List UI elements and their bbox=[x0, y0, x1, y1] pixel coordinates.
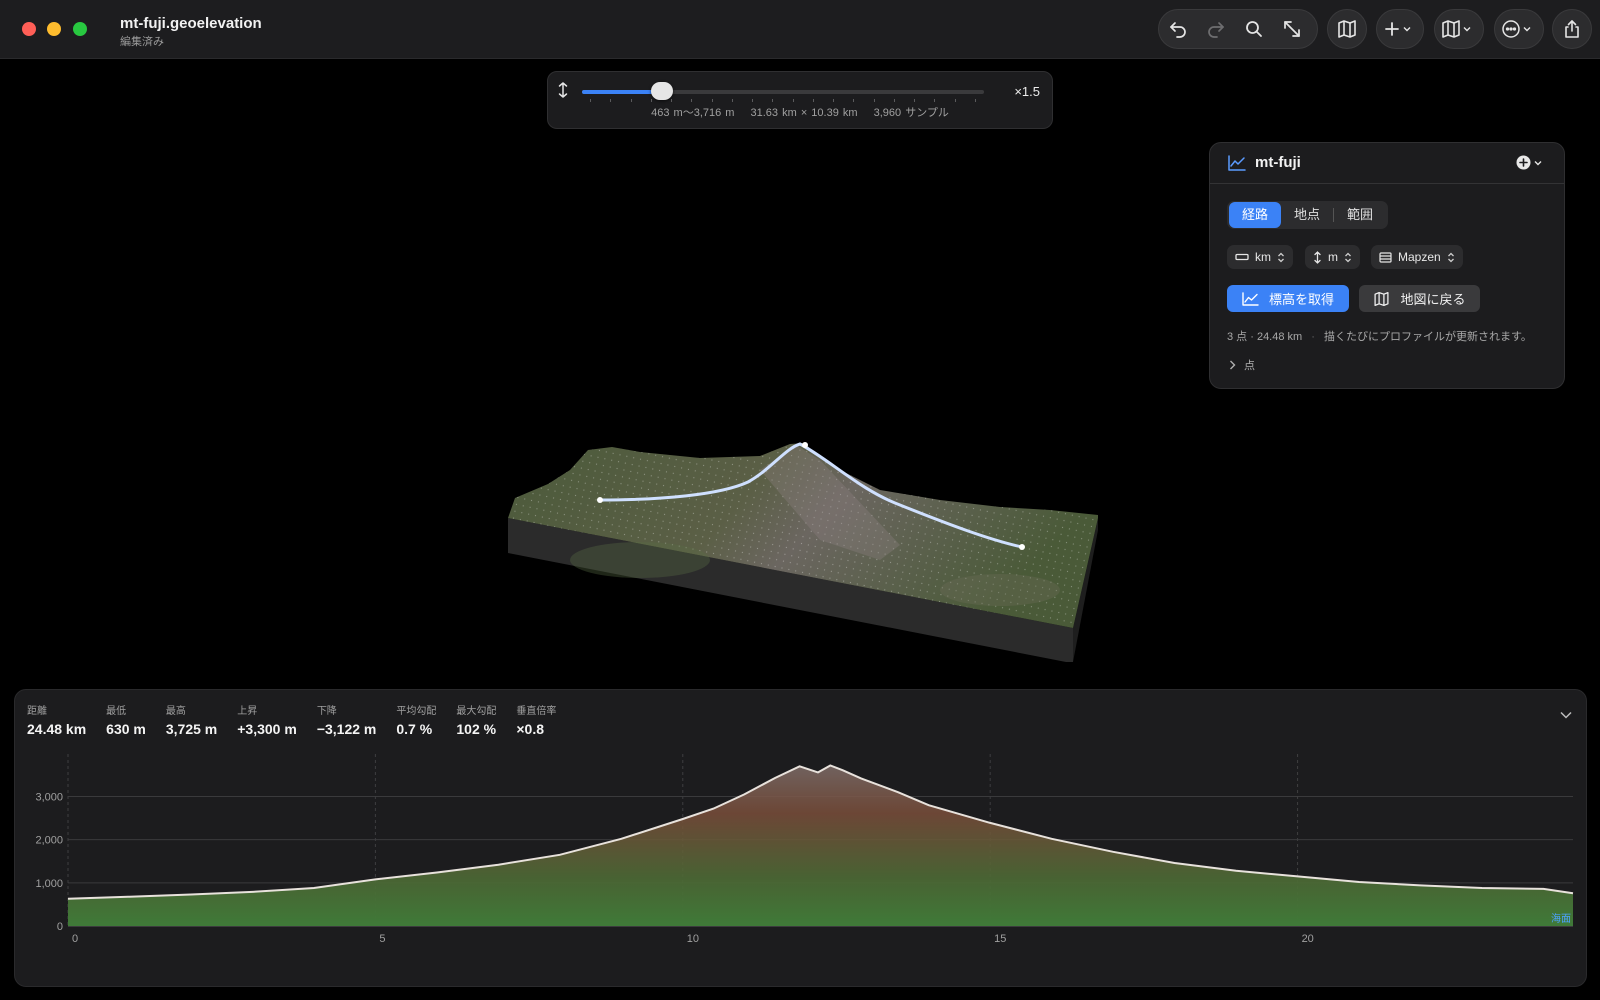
data-source-select[interactable]: Mapzen bbox=[1371, 245, 1463, 269]
close-window-button[interactable] bbox=[22, 22, 36, 36]
distance-unit-select[interactable]: km bbox=[1227, 245, 1293, 269]
fetch-elevation-button[interactable]: 標高を取得 bbox=[1227, 285, 1349, 312]
map-icon bbox=[1374, 291, 1390, 306]
plus-icon bbox=[1385, 22, 1399, 36]
updown-chevron-icon bbox=[1278, 252, 1284, 262]
elevation-range-text: 463 m〜3,716 m bbox=[651, 107, 735, 119]
chevron-down-icon bbox=[1403, 27, 1411, 32]
x-tick-label: 10 bbox=[687, 933, 699, 945]
points-disclosure-label: 点 bbox=[1244, 360, 1255, 372]
search-button[interactable] bbox=[1235, 10, 1273, 48]
chevron-down-icon bbox=[1534, 160, 1542, 165]
sample-count-text: 3,960 サンプル bbox=[873, 107, 949, 119]
x-tick-label: 0 bbox=[72, 933, 78, 945]
exaggeration-slider[interactable] bbox=[582, 82, 984, 100]
vertical-exaggeration-panel: ×1.5 463 m〜3,716 m 31.63 km × 10.39 km 3… bbox=[547, 71, 1053, 129]
data-source-value: Mapzen bbox=[1398, 250, 1441, 264]
vertical-arrows-icon bbox=[558, 82, 568, 98]
map-icon bbox=[1442, 20, 1460, 38]
chevron-right-icon bbox=[1230, 360, 1236, 370]
profile-area bbox=[68, 765, 1573, 926]
distance-unit-value: km bbox=[1255, 250, 1271, 264]
more-menu-button[interactable] bbox=[1494, 9, 1544, 49]
profile-inspector: mt-fuji 経路 地点 範囲 km m Mapzen 標高を取得 地図に戻る… bbox=[1209, 142, 1565, 389]
undo-button[interactable] bbox=[1159, 10, 1197, 48]
terrain-info: 463 m〜3,716 m 31.63 km × 10.39 km 3,960 … bbox=[548, 104, 1052, 120]
slider-ticks bbox=[590, 99, 976, 102]
redo-icon bbox=[1208, 22, 1224, 38]
status-separator: · bbox=[1311, 331, 1315, 343]
y-tick-label: 0 bbox=[57, 921, 63, 933]
updown-chevron-icon bbox=[1447, 252, 1454, 262]
share-icon bbox=[1565, 20, 1579, 38]
add-menu-button[interactable] bbox=[1376, 9, 1424, 49]
map-view-button[interactable] bbox=[1327, 9, 1367, 49]
mode-segmented-control: 経路 地点 範囲 bbox=[1227, 201, 1389, 229]
chevron-down-icon bbox=[1463, 27, 1471, 32]
fetch-elevation-label: 標高を取得 bbox=[1268, 292, 1334, 307]
terrain-block bbox=[508, 443, 1098, 662]
add-menu-button[interactable] bbox=[1516, 155, 1542, 170]
line-chart-icon bbox=[1242, 291, 1259, 306]
ruler-icon bbox=[1235, 253, 1249, 261]
x-tick-label: 20 bbox=[1302, 933, 1314, 945]
chevron-down-icon bbox=[1523, 27, 1531, 32]
back-to-map-button[interactable]: 地図に戻る bbox=[1359, 285, 1480, 312]
x-tick-label: 15 bbox=[994, 933, 1006, 945]
title-bar: mt-fuji.geoelevation 編集済み bbox=[0, 0, 1600, 59]
minimize-window-button[interactable] bbox=[47, 22, 61, 36]
elevation-unit-select[interactable]: m bbox=[1305, 245, 1360, 269]
route-start-marker[interactable] bbox=[597, 497, 603, 503]
zoom-window-button[interactable] bbox=[73, 22, 87, 36]
route-summit-marker[interactable] bbox=[802, 442, 808, 448]
share-button[interactable] bbox=[1552, 9, 1592, 49]
line-chart-icon bbox=[1228, 155, 1246, 171]
updown-chevron-icon bbox=[1345, 252, 1351, 262]
sea-level-label: 海面 bbox=[1551, 912, 1571, 925]
y-tick-label: 1,000 bbox=[35, 878, 63, 890]
map-icon bbox=[1338, 20, 1356, 38]
fit-to-window-button[interactable] bbox=[1273, 10, 1311, 48]
back-to-map-label: 地図に戻る bbox=[1400, 292, 1466, 307]
document-title: mt-fuji.geoelevation bbox=[120, 15, 262, 32]
update-hint: 描くたびにプロファイルが更新されます。 bbox=[1324, 331, 1532, 343]
redo-button[interactable] bbox=[1197, 10, 1235, 48]
tab-point[interactable]: 地点 bbox=[1281, 202, 1333, 228]
ellipsis-icon bbox=[1502, 20, 1520, 38]
elevation-unit-value: m bbox=[1328, 250, 1338, 264]
points-disclosure[interactable]: 点 bbox=[1229, 357, 1255, 373]
map-style-button[interactable] bbox=[1434, 9, 1484, 49]
inspector-header: mt-fuji bbox=[1210, 143, 1564, 184]
x-tick-label: 5 bbox=[379, 933, 385, 945]
point-summary: 3 点 · 24.48 km bbox=[1227, 331, 1303, 343]
plus-circle-icon bbox=[1516, 155, 1531, 170]
area-size-text: 31.63 km × 10.39 km bbox=[750, 107, 858, 119]
database-icon bbox=[1379, 251, 1392, 263]
slider-thumb[interactable] bbox=[651, 82, 674, 100]
document-status: 編集済み bbox=[120, 36, 164, 48]
vertical-arrows-icon bbox=[1314, 250, 1321, 264]
inspector-status: 3 点 · 24.48 km · 描くたびにプロファイルが更新されます。 bbox=[1227, 328, 1532, 344]
magnifier-icon bbox=[1246, 21, 1262, 37]
tab-area[interactable]: 範囲 bbox=[1334, 202, 1386, 228]
y-tick-label: 3,000 bbox=[35, 792, 63, 804]
exaggeration-multiplier: ×1.5 bbox=[1014, 84, 1040, 99]
tab-route[interactable]: 経路 bbox=[1229, 202, 1282, 228]
slider-fill bbox=[582, 90, 663, 94]
fit-icon bbox=[1284, 21, 1300, 37]
inspector-title: mt-fuji bbox=[1255, 154, 1301, 171]
undo-icon bbox=[1170, 22, 1186, 38]
navigation-toolbar-group bbox=[1158, 9, 1318, 49]
route-end-marker[interactable] bbox=[1019, 544, 1025, 550]
elevation-profile-chart[interactable]: 0 1,000 2,000 3,000 0 5 10 15 20 海面 bbox=[15, 690, 1586, 986]
elevation-profile-panel: 距離 24.48 km 最低 630 m 最高 3,725 m 上昇 +3,300 m … bbox=[14, 689, 1587, 987]
y-tick-label: 2,000 bbox=[35, 835, 63, 847]
